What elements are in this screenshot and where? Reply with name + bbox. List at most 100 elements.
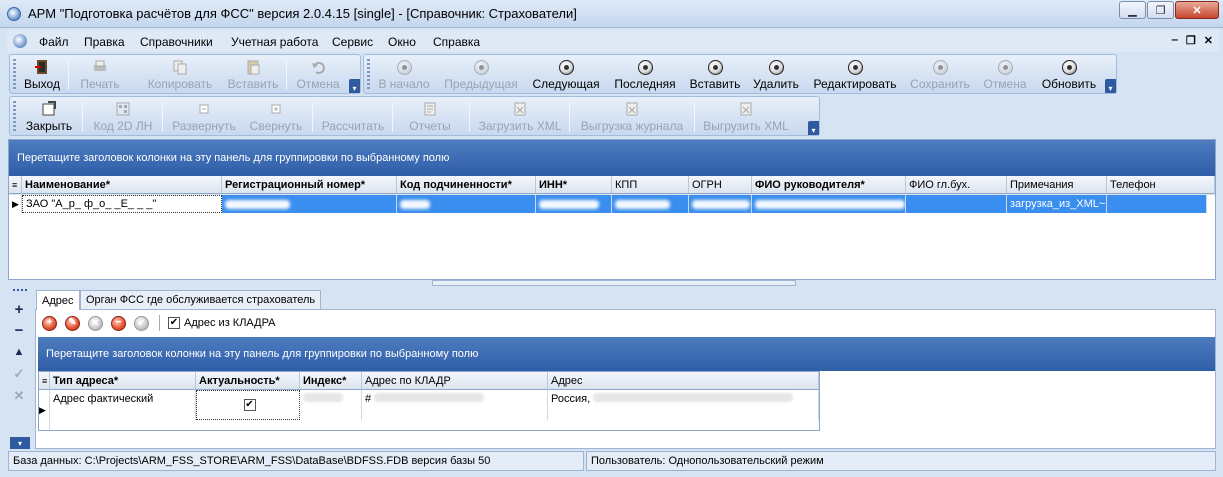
collapse-button[interactable]: Свернуть <box>246 99 306 135</box>
edit-address-icon[interactable]: ✎ <box>65 315 80 331</box>
expand-button[interactable]: Развернуть <box>170 99 238 135</box>
cell-ogrn[interactable] <box>689 195 752 213</box>
cancel-edit-button[interactable]: Отмена <box>982 57 1028 93</box>
print-button[interactable]: Печать <box>80 57 120 93</box>
cell-address-type[interactable]: Адрес фактический <box>50 390 196 420</box>
group-by-panel[interactable]: Перетащите заголовок колонки на эту пане… <box>9 140 1215 176</box>
cell-notes[interactable]: загрузка_из_XML~ <box>1007 195 1107 213</box>
last-record-button[interactable]: Последняя <box>614 57 676 93</box>
next-record-button[interactable]: Следующая <box>532 57 600 93</box>
col-actuality[interactable]: Актуальность* <box>196 372 300 390</box>
tab-fss-office[interactable]: Орган ФСС где обслуживается страхователь <box>80 290 322 309</box>
cell-inn[interactable] <box>536 195 612 213</box>
mdi-minimize-icon[interactable]: ‒ <box>1172 34 1178 47</box>
kladr-checkbox[interactable]: ✔ <box>168 317 180 329</box>
close-form-button[interactable]: Закрыть <box>24 99 74 135</box>
address-group-by-panel[interactable]: Перетащите заголовок колонки на эту пане… <box>38 337 1215 371</box>
delete-record-button[interactable]: Удалить <box>753 57 799 93</box>
restore-button[interactable]: ❐ <box>1147 1 1174 19</box>
side-overflow-icon[interactable]: ▾ <box>10 437 30 449</box>
col-subordination-code[interactable]: Код подчиненности* <box>397 176 536 194</box>
cell-address[interactable]: Россия, <box>548 390 819 420</box>
menu-references[interactable]: Справочники <box>140 35 213 49</box>
col-name[interactable]: Наименование* <box>22 176 222 194</box>
reports-button[interactable]: Отчеты <box>400 99 460 135</box>
cell-kpp[interactable] <box>612 195 689 213</box>
col-chief-accountant[interactable]: ФИО гл.бух. <box>906 176 1007 194</box>
col-director[interactable]: ФИО руководителя* <box>752 176 906 194</box>
cell-actuality[interactable]: ✔ <box>196 390 300 420</box>
copy-button[interactable]: Копировать <box>146 57 214 93</box>
insert-record-button[interactable]: Вставить <box>690 57 740 93</box>
cell-postcode[interactable] <box>300 390 362 420</box>
calculate-button[interactable]: Рассчитать <box>320 99 386 135</box>
cell-subordination-code[interactable] <box>397 195 536 213</box>
refresh-button[interactable]: Обновить <box>1040 57 1098 93</box>
cell-director[interactable] <box>752 195 906 213</box>
col-kpp[interactable]: КПП <box>612 176 689 194</box>
delete-address-icon[interactable]: − <box>111 315 126 331</box>
cell-name[interactable]: ЗАО "А_р_ ф_о_ _Е_ _ _" <box>22 195 222 213</box>
col-address-type[interactable]: Тип адреса* <box>50 372 196 390</box>
load-xml-button[interactable]: Загрузить XML <box>478 99 562 135</box>
tab-address[interactable]: Адрес <box>36 290 80 310</box>
save-address-icon[interactable]: ✓ <box>134 315 149 331</box>
save-record-button[interactable]: Сохранить <box>910 57 970 93</box>
cancel-address-icon[interactable]: ✕ <box>88 315 103 331</box>
toolbar-overflow-icon[interactable]: ▾ <box>1105 79 1116 93</box>
toolbar-grip[interactable] <box>367 59 370 91</box>
edit-record-button[interactable]: Редактировать <box>814 57 896 93</box>
side-up-icon[interactable]: ▲ <box>9 342 29 362</box>
splitter-handle[interactable] <box>432 280 796 286</box>
column-chooser-icon[interactable]: ≡ <box>9 176 22 194</box>
cell-reg-number[interactable] <box>222 195 397 213</box>
cell-phone[interactable] <box>1107 195 1207 213</box>
menu-window[interactable]: Окно <box>388 35 416 49</box>
mdi-restore-icon[interactable]: ❐ <box>1186 34 1196 47</box>
undo-button[interactable]: Отмена <box>295 57 341 93</box>
toolbar-grip[interactable] <box>13 59 16 91</box>
export-log-button[interactable]: Выгрузка журнала <box>576 99 688 135</box>
toolbar-grip[interactable] <box>13 101 16 133</box>
cell-chief-accountant[interactable] <box>906 195 1007 213</box>
col-phone[interactable]: Телефон <box>1107 176 1215 194</box>
title-bar: АРМ "Подготовка расчётов для ФСС" версия… <box>0 0 1223 28</box>
table-row[interactable]: ▶ ЗАО "А_р_ ф_о_ _Е_ _ _" загрузка_из_XM… <box>9 195 1207 213</box>
side-add-icon[interactable]: + <box>9 299 29 319</box>
copy-icon <box>172 59 188 75</box>
menu-accounting[interactable]: Учетная работа <box>231 35 318 49</box>
exit-button[interactable]: Выход <box>22 57 62 93</box>
cell-kladr-address[interactable]: # <box>362 390 548 420</box>
paste-button[interactable]: Вставить <box>227 57 279 93</box>
toolbar-overflow-icon[interactable]: ▾ <box>808 121 819 135</box>
menu-file[interactable]: Файл <box>39 35 69 49</box>
address-column-chooser-icon[interactable]: ≡ <box>39 372 50 390</box>
kladr-checkbox-group[interactable]: ✔ Адрес из КЛАДРА <box>168 317 276 329</box>
menu-service[interactable]: Сервис <box>332 35 373 49</box>
code-2d-button[interactable]: Код 2D ЛН <box>90 99 156 135</box>
table-row[interactable]: ▶ Адрес фактический ✔ # Россия, <box>39 390 819 430</box>
col-inn[interactable]: ИНН* <box>536 176 612 194</box>
col-kladr-address[interactable]: Адрес по КЛАДР <box>362 372 548 390</box>
col-postcode[interactable]: Индекс* <box>300 372 362 390</box>
first-record-button[interactable]: В начало <box>378 57 430 93</box>
mdi-child-icon[interactable] <box>13 34 27 48</box>
add-address-icon[interactable]: + <box>42 315 57 331</box>
side-cancel-icon[interactable]: ✕ <box>9 386 29 406</box>
col-ogrn[interactable]: ОГРН <box>689 176 752 194</box>
close-window-button[interactable]: ✕ <box>1175 1 1219 19</box>
app-icon[interactable] <box>7 7 21 21</box>
toolbar-overflow-icon[interactable]: ▾ <box>349 79 360 93</box>
minimize-button[interactable]: ▁ <box>1119 1 1146 19</box>
menu-edit[interactable]: Правка <box>84 35 125 49</box>
prev-record-button[interactable]: Предыдущая <box>444 57 518 93</box>
col-reg-number[interactable]: Регистрационный номер* <box>222 176 397 194</box>
mdi-close-icon[interactable]: ✕ <box>1204 34 1213 47</box>
export-xml-button[interactable]: Выгрузить XML <box>700 99 792 135</box>
actuality-checkbox[interactable]: ✔ <box>243 399 256 411</box>
col-address[interactable]: Адрес <box>548 372 819 390</box>
col-notes[interactable]: Примечания <box>1007 176 1107 194</box>
side-post-icon[interactable]: ✓ <box>9 364 29 384</box>
side-remove-icon[interactable]: − <box>9 320 29 340</box>
menu-help[interactable]: Справка <box>433 35 480 49</box>
